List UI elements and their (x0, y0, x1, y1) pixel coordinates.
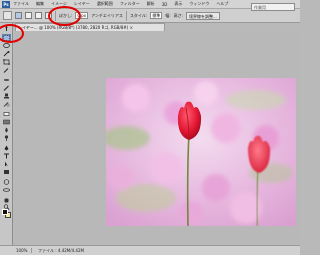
menu-file[interactable]: ファイル (13, 1, 29, 7)
menu-edit[interactable]: 編集 (36, 1, 44, 7)
path-select-tool-icon[interactable] (3, 161, 10, 167)
brush-tool-icon[interactable] (3, 85, 10, 91)
antialias-checkbox[interactable]: アンチエイリアス (91, 13, 123, 19)
menu-select[interactable]: 選択範囲 (97, 1, 113, 7)
3d-rotate-tool-icon[interactable] (3, 179, 10, 185)
menu-analysis[interactable]: 解析 (147, 1, 155, 7)
history-brush-tool-icon[interactable] (3, 101, 10, 107)
tulip-photo (106, 78, 296, 226)
options-bar: ぼかし: 0 px アンチエイリアス スタイル: 標準 幅: 高さ: 境界線を調… (0, 9, 300, 23)
photoshop-logo: Ps (2, 0, 10, 8)
hand-tool-icon[interactable] (3, 197, 10, 203)
document-tab[interactable]: レイヤー... @ 100% (RGB/8*) (3780, 2820 Rゴ, … (15, 23, 165, 31)
menu-view[interactable]: 表示 (174, 1, 182, 7)
healing-tool-icon[interactable] (3, 77, 10, 83)
document-image[interactable] (106, 78, 296, 226)
eraser-tool-icon[interactable] (3, 111, 10, 117)
workspace-switcher[interactable]: 作業用 (251, 3, 295, 11)
pen-tool-icon[interactable] (3, 145, 10, 151)
annotation-circle-options (48, 6, 81, 26)
lasso-tool-icon[interactable] (3, 43, 10, 49)
quick-select-tool-icon[interactable] (3, 51, 10, 57)
new-selection-icon[interactable] (15, 12, 22, 19)
width-label: 幅: (165, 12, 171, 18)
menu-window[interactable]: ウィンドウ (189, 1, 209, 7)
menu-help[interactable]: ヘルプ (216, 1, 228, 7)
zoom-level[interactable]: 100% (16, 248, 32, 253)
crop-tool-icon[interactable] (3, 59, 10, 65)
menu-3d[interactable]: 3D (162, 2, 168, 7)
height-label: 高さ: (173, 12, 184, 18)
subtract-selection-icon[interactable] (35, 12, 42, 19)
canvas-area[interactable] (14, 31, 300, 245)
eyedropper-tool-icon[interactable] (3, 67, 10, 73)
document-info: ファイル : 4.42M/4.42M (38, 247, 84, 253)
refine-edge-button[interactable]: 境界線を調整... (186, 11, 220, 20)
menu-filter[interactable]: フィルター (120, 1, 140, 7)
blur-tool-icon[interactable] (3, 127, 10, 133)
gradient-tool-icon[interactable] (3, 119, 10, 125)
style-label: スタイル: (129, 12, 148, 18)
dodge-tool-icon[interactable] (3, 135, 10, 141)
tool-preset-picker[interactable] (3, 11, 12, 20)
clone-stamp-tool-icon[interactable] (3, 93, 10, 99)
options-divider (125, 10, 127, 21)
style-select[interactable]: 標準 (150, 12, 163, 19)
tools-panel (0, 23, 13, 245)
zoom-tool-icon[interactable] (3, 204, 10, 210)
menu-layer[interactable]: レイヤー (74, 1, 90, 7)
add-selection-icon[interactable] (25, 12, 32, 19)
shape-tool-icon[interactable] (3, 169, 10, 175)
status-bar: 100% ファイル : 4.42M/4.42M (0, 245, 300, 255)
document-tab-label: レイヤー... @ 100% (RGB/8*) (3780, 2820 Rゴ, … (18, 25, 133, 30)
type-tool-icon[interactable] (3, 153, 10, 159)
3d-orbit-tool-icon[interactable] (3, 187, 10, 193)
